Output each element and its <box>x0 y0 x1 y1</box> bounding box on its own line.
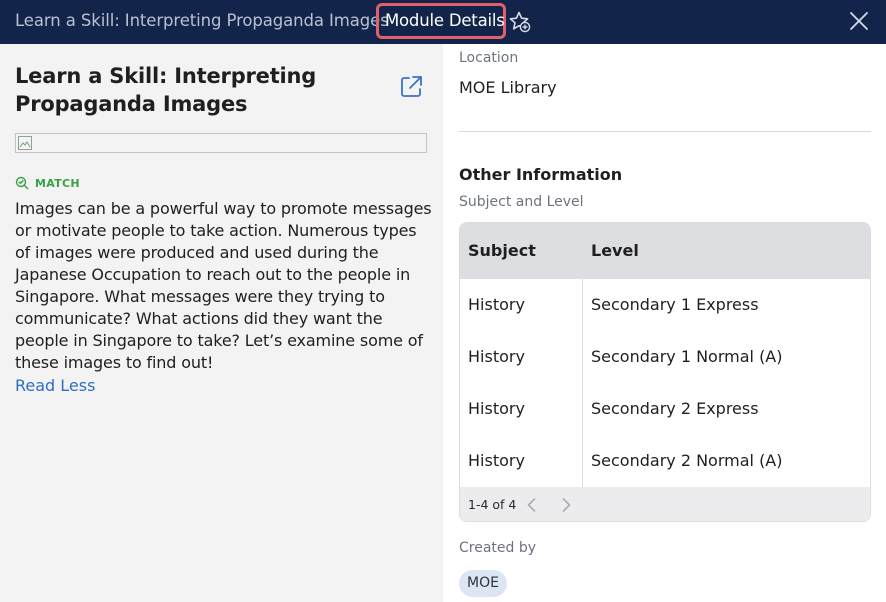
table-row: History Secondary 2 Express <box>460 383 870 435</box>
table-row: History Secondary 1 Normal (A) <box>460 331 870 383</box>
table-row: History Secondary 1 Express <box>460 279 870 331</box>
module-summary-panel: Learn a Skill: Interpreting Propaganda I… <box>0 44 443 602</box>
column-header-subject: Subject <box>468 241 536 260</box>
subject-level-table: Subject Level History Secondary 1 Expres… <box>459 222 871 522</box>
previous-page-button[interactable] <box>522 495 542 515</box>
close-button[interactable] <box>848 10 870 32</box>
module-image <box>15 133 427 153</box>
cell-subject: History <box>468 295 525 314</box>
location-value: MOE Library <box>459 78 557 97</box>
breadcrumb-parent[interactable]: Learn a Skill: Interpreting Propaganda I… <box>15 11 389 30</box>
table-header: Subject Level <box>460 223 870 279</box>
module-title: Learn a Skill: Interpreting Propaganda I… <box>15 64 317 116</box>
table-row: History Secondary 2 Normal (A) <box>460 435 870 487</box>
module-description: Images can be a powerful way to promote … <box>15 199 432 372</box>
column-header-level: Level <box>591 241 639 260</box>
subject-level-label: Subject and Level <box>459 194 584 210</box>
other-information-title: Other Information <box>459 165 623 184</box>
table-pagination: 1-4 of 4 <box>460 487 870 521</box>
match-search-icon <box>15 176 29 190</box>
cell-subject: History <box>468 347 525 366</box>
module-details-panel: Location MOE Library Other Information S… <box>443 44 886 602</box>
cell-level: Secondary 1 Normal (A) <box>591 347 783 366</box>
close-icon <box>850 12 868 30</box>
cell-subject: History <box>468 451 525 470</box>
external-link-icon <box>401 76 422 97</box>
created-by-label: Created by <box>459 540 537 556</box>
match-label: MATCH <box>35 176 80 190</box>
location-label: Location <box>459 50 519 66</box>
creator-chip[interactable]: MOE <box>459 570 507 597</box>
chevron-left-icon <box>527 498 536 512</box>
cell-level: Secondary 1 Express <box>591 295 759 314</box>
chevron-right-icon <box>562 498 571 512</box>
cell-level: Secondary 2 Normal (A) <box>591 451 783 470</box>
cell-subject: History <box>468 399 525 418</box>
breadcrumb-current: Module Details <box>376 3 506 39</box>
cell-level: Secondary 2 Express <box>591 399 759 418</box>
pagination-info: 1-4 of 4 <box>468 497 517 512</box>
open-external-button[interactable] <box>398 74 424 100</box>
next-page-button[interactable] <box>556 495 576 515</box>
header-bar: Learn a Skill: Interpreting Propaganda I… <box>0 0 886 44</box>
section-divider <box>459 131 871 132</box>
read-less-link[interactable]: Read Less <box>15 375 95 397</box>
broken-image-icon <box>18 136 32 150</box>
match-badge: MATCH <box>15 175 80 191</box>
star-add-icon <box>509 11 531 33</box>
favourite-button[interactable] <box>508 10 532 34</box>
